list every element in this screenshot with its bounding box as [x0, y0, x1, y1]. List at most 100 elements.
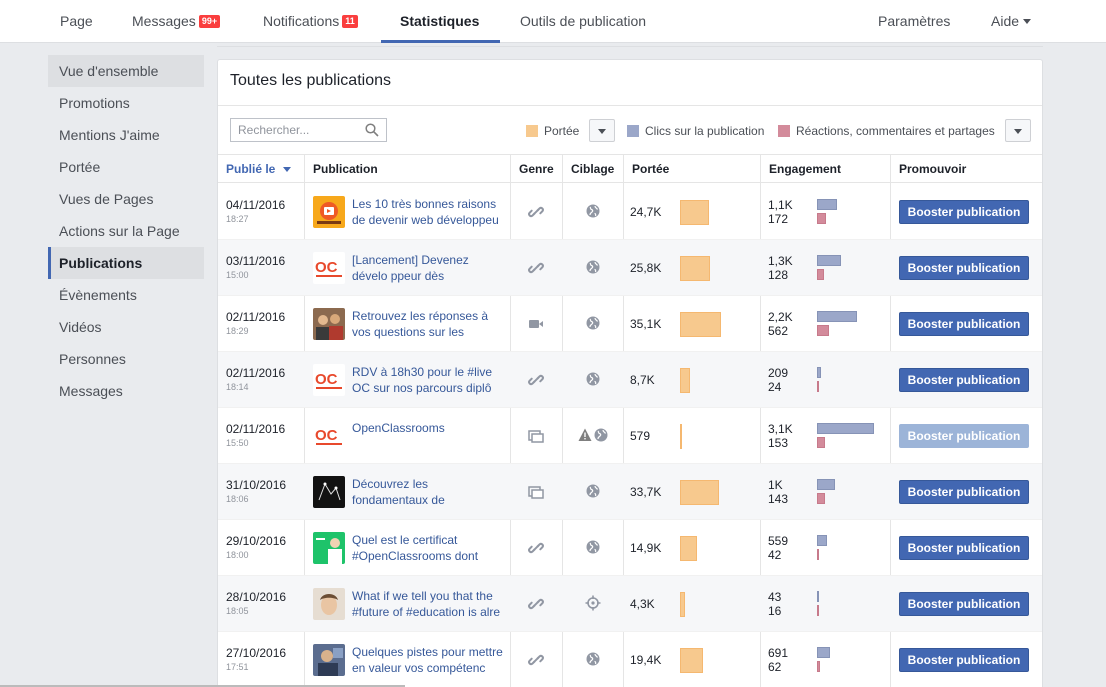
post-text-link[interactable]: Les 10 très bonnes raisons de devenir we…	[352, 196, 504, 228]
post-thumbnail[interactable]: OC	[313, 420, 345, 452]
sidebar-item[interactable]: Personnes	[48, 343, 204, 375]
reach-value: 33,7K	[630, 485, 662, 499]
reach-value: 25,8K	[630, 261, 662, 275]
post-text-link[interactable]: Découvrez les fondamentaux de l'#UXDesig…	[352, 476, 504, 508]
globe-icon	[585, 203, 601, 221]
table-row: 29/10/2016 18:00 Quel est le certificat #O…	[218, 520, 1042, 576]
reach-bar	[680, 312, 721, 337]
engagement-dropdown-button[interactable]	[1005, 119, 1031, 142]
post-thumbnail[interactable]	[313, 588, 345, 620]
post-thumbnail[interactable]: OC	[313, 364, 345, 396]
nav-page[interactable]: Page	[60, 0, 93, 43]
table-row: 02/11/2016 18:14 OC RDV à 18h30 pour le #li…	[218, 352, 1042, 408]
post-date: 02/11/2016	[226, 366, 286, 380]
sidebar-item[interactable]: Publications	[48, 247, 204, 279]
boost-post-button[interactable]: Booster publication	[899, 424, 1029, 448]
post-date: 29/10/2016	[226, 534, 287, 548]
sidebar-item[interactable]: Messages	[48, 375, 204, 407]
boost-post-button[interactable]: Booster publication	[899, 256, 1029, 280]
post-thumbnail[interactable]	[313, 532, 345, 564]
panel-top-strip	[217, 43, 1043, 47]
nav-outils-label: Outils de publication	[520, 13, 647, 29]
nav-messages-label: Messages	[132, 13, 196, 29]
post-text-link[interactable]: Quelques pistes pour mettre en valeur vo…	[352, 644, 504, 676]
column-header-engagement[interactable]: Engagement	[761, 155, 890, 183]
column-header-genre[interactable]: Genre	[511, 155, 562, 183]
divider	[218, 105, 1042, 106]
reactions-value: 62	[768, 660, 782, 674]
reactions-bar	[817, 549, 819, 560]
column-header-portee[interactable]: Portée	[624, 155, 760, 183]
nav-aide[interactable]: Aide	[991, 0, 1032, 43]
legend-reactions: Réactions, commentaires et partages	[778, 120, 995, 142]
post-thumbnail[interactable]	[313, 644, 345, 676]
reach-value: 579	[630, 429, 651, 443]
messages-badge: 99+	[198, 15, 221, 28]
search-input[interactable]	[230, 118, 387, 142]
column-genre-label: Genre	[519, 162, 554, 176]
reactions-value: 172	[768, 212, 789, 226]
post-text-link[interactable]: [Lancement] Devenez dévelo ppeur dès mai…	[352, 252, 504, 284]
nav-parametres-label: Paramètres	[878, 13, 951, 29]
reactions-value: 562	[768, 324, 789, 338]
post-text-link[interactable]: RDV à 18h30 pour le #live OC sur nos par…	[352, 364, 504, 396]
reach-bar	[680, 536, 697, 561]
column-header-promouvoir: Promouvoir	[891, 155, 1041, 183]
clicks-bar	[817, 535, 827, 546]
nav-messages[interactable]: Messages 99+	[132, 0, 221, 43]
clicks-bar	[817, 311, 857, 322]
post-text-link[interactable]: Retrouvez les réponses à vos questions s…	[352, 308, 504, 340]
clicks-value: 43	[768, 590, 782, 604]
metric-dropdown-button[interactable]	[589, 119, 615, 142]
column-header-ciblage[interactable]: Ciblage	[563, 155, 623, 183]
boost-post-button[interactable]: Booster publication	[899, 536, 1029, 560]
publications-panel: Toutes les publications Portée Clics sur…	[217, 59, 1043, 687]
table-row: 02/11/2016 15:50 OC OpenClassrooms 579 3,1K 15…	[218, 408, 1042, 464]
sidebar-item[interactable]: Actions sur la Page	[48, 215, 204, 247]
post-text-link[interactable]: What if we tell you that the #future of …	[352, 588, 504, 620]
post-text-link[interactable]: OpenClassrooms	[352, 420, 504, 436]
post-time: 18:06	[226, 494, 249, 504]
nav-outils-publication[interactable]: Outils de publication	[520, 0, 646, 43]
nav-notifications-label: Notifications	[263, 13, 340, 29]
boost-post-button[interactable]: Booster publication	[899, 368, 1029, 392]
sidebar-item[interactable]: Vidéos	[48, 311, 204, 343]
reactions-bar	[817, 493, 825, 504]
clicks-value: 2,2K	[768, 310, 793, 324]
post-thumbnail[interactable]: OC	[313, 252, 345, 284]
sidebar-item[interactable]: Évènements	[48, 279, 204, 311]
boost-post-button[interactable]: Booster publication	[899, 200, 1029, 224]
sidebar-item[interactable]: Portée	[48, 151, 204, 183]
post-text-link[interactable]: Quel est le certificat #OpenClassrooms d…	[352, 532, 504, 564]
nav-page-label: Page	[60, 13, 93, 29]
post-thumbnail[interactable]	[313, 308, 345, 340]
sidebar-item[interactable]: Vue d'ensemble	[48, 55, 204, 87]
post-thumbnail[interactable]	[313, 476, 345, 508]
sidebar-item[interactable]: Promotions	[48, 87, 204, 119]
nav-parametres[interactable]: Paramètres	[878, 0, 950, 43]
column-header-publie-le[interactable]: Publié le	[218, 155, 304, 183]
reach-bar	[680, 256, 710, 281]
legend-swatch-portee	[526, 125, 538, 137]
post-date: 04/11/2016	[226, 198, 286, 212]
post-date: 03/11/2016	[226, 254, 286, 268]
column-header-publication[interactable]: Publication	[305, 155, 510, 183]
post-time: 18:05	[226, 606, 249, 616]
boost-post-button[interactable]: Booster publication	[899, 480, 1029, 504]
table-row: 27/10/2016 17:51 Quelques pistes pour mett…	[218, 632, 1042, 687]
reach-value: 14,9K	[630, 541, 662, 555]
reach-value: 19,4K	[630, 653, 662, 667]
album-icon	[527, 483, 545, 501]
boost-post-button[interactable]: Booster publication	[899, 592, 1029, 616]
legend-swatch-reactions	[778, 125, 790, 137]
post-date: 02/11/2016	[226, 422, 286, 436]
boost-post-button[interactable]: Booster publication	[899, 648, 1029, 672]
sidebar-item[interactable]: Mentions J'aime	[48, 119, 204, 151]
tab-statistiques[interactable]: Statistiques	[400, 0, 479, 43]
post-thumbnail[interactable]	[313, 196, 345, 228]
link-icon	[527, 595, 545, 613]
search-icon[interactable]	[365, 123, 379, 137]
sidebar-item[interactable]: Vues de Pages	[48, 183, 204, 215]
boost-post-button[interactable]: Booster publication	[899, 312, 1029, 336]
nav-notifications[interactable]: Notifications 11	[263, 0, 358, 43]
